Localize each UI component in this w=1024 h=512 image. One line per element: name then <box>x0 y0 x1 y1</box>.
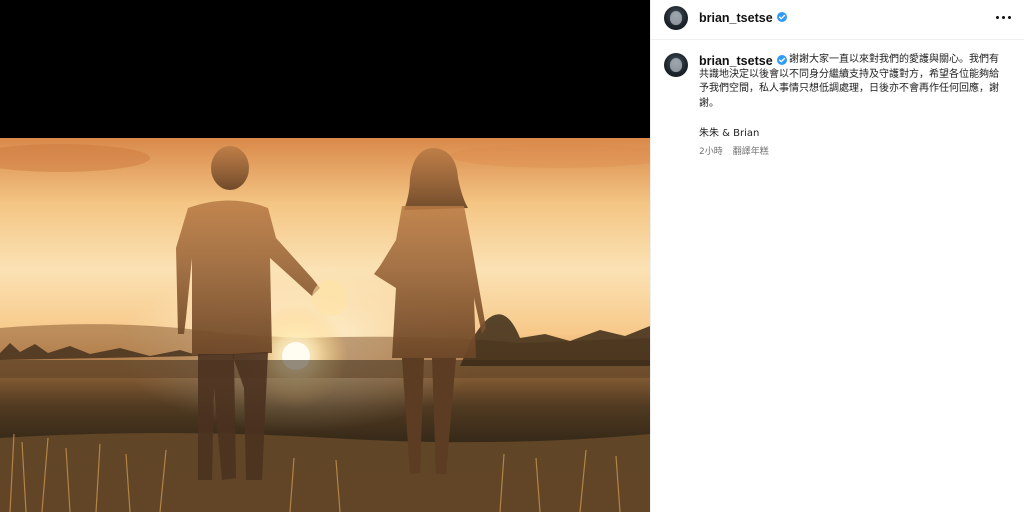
header-username[interactable]: brian_tsetse <box>699 11 773 25</box>
post-photo-sunset-couple <box>0 138 650 512</box>
caption-text: 謝謝大家一直以來對我們的愛護與關心。我們有共識地決定以後會以不同身分繼續支持及守… <box>699 54 999 109</box>
post-header: brian_tsetse <box>651 0 1024 40</box>
post-meta: 2小時 翻譯年糕 <box>699 144 769 157</box>
instagram-post-view: brian_tsetse brian_tsetse 謝謝大家一直以來對我們的愛護… <box>0 0 1024 512</box>
post-media[interactable] <box>0 0 650 512</box>
see-translation-link[interactable]: 翻譯年糕 <box>733 147 769 157</box>
post-info-panel: brian_tsetse brian_tsetse 謝謝大家一直以來對我們的愛護… <box>650 0 1024 512</box>
more-horizontal-icon[interactable] <box>995 13 1013 23</box>
caption-avatar[interactable] <box>664 53 688 77</box>
avatar[interactable] <box>664 6 688 30</box>
verified-badge-icon <box>777 12 787 22</box>
caption-signoff: 朱朱 & Brian <box>699 128 760 139</box>
post-timestamp[interactable]: 2小時 <box>699 147 723 157</box>
